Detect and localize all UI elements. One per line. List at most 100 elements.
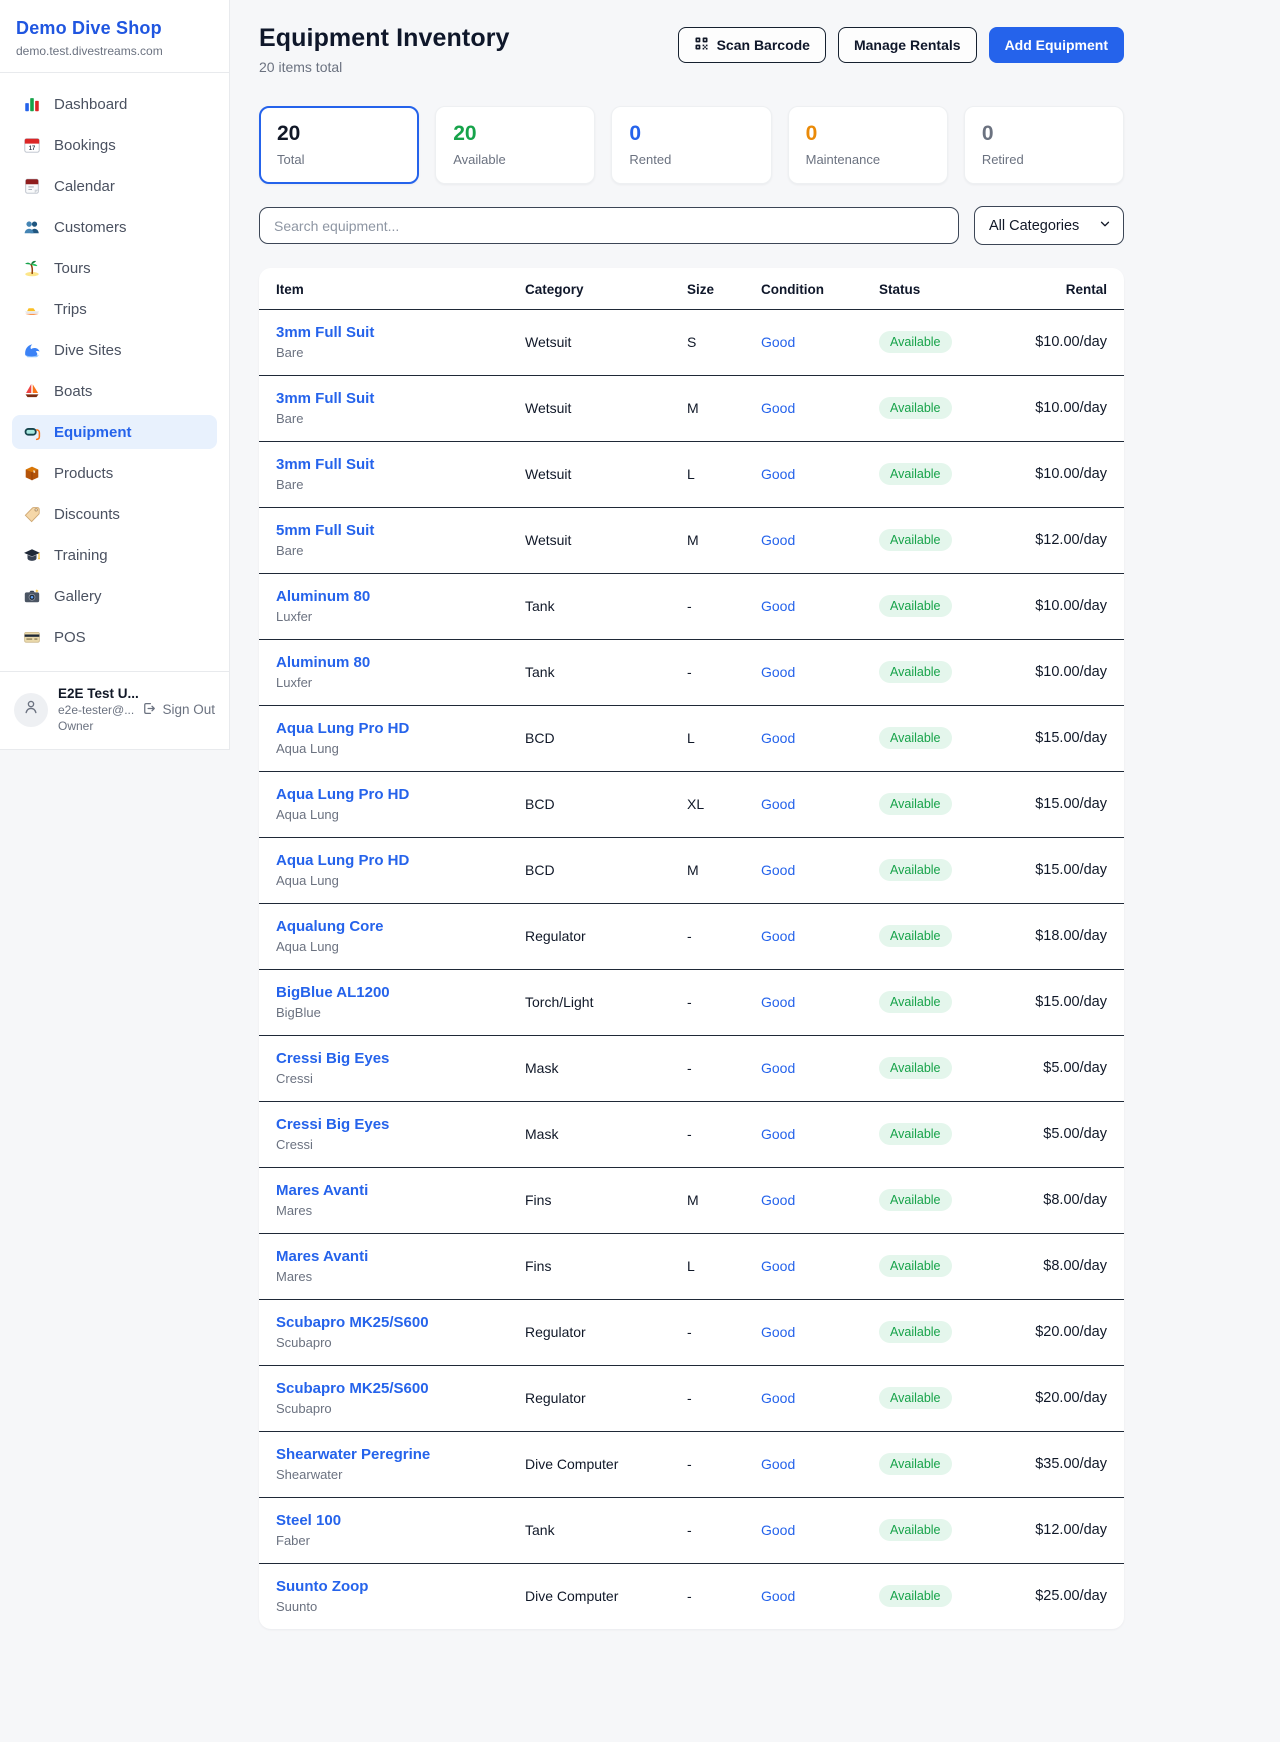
rental-cell: $35.00/day [1024, 1432, 1124, 1498]
status-badge: Available [879, 1255, 952, 1277]
camera-icon [22, 587, 42, 605]
condition-link[interactable]: Good [761, 1258, 795, 1274]
item-name-link[interactable]: Aqualung Core [276, 918, 384, 935]
condition-link[interactable]: Good [761, 1456, 795, 1472]
status-badge: Available [879, 727, 952, 749]
condition-link[interactable]: Good [761, 1192, 795, 1208]
sidebar-item-label: Training [54, 547, 108, 564]
table-row: 3mm Full Suit Bare Wetsuit M Good Availa… [259, 376, 1124, 442]
stat-label: Retired [982, 152, 1106, 167]
condition-link[interactable]: Good [761, 1522, 795, 1538]
condition-link[interactable]: Good [761, 466, 795, 482]
rental-cell: $8.00/day [1024, 1168, 1124, 1234]
condition-link[interactable]: Good [761, 532, 795, 548]
item-name-link[interactable]: BigBlue AL1200 [276, 984, 390, 1001]
stat-card-retired[interactable]: 0 Retired [964, 106, 1124, 184]
status-badge: Available [879, 859, 952, 881]
condition-link[interactable]: Good [761, 1390, 795, 1406]
item-name-link[interactable]: 3mm Full Suit [276, 456, 374, 473]
rental-cell: $12.00/day [1024, 508, 1124, 574]
scan-barcode-button[interactable]: Scan Barcode [678, 27, 826, 63]
sidebar-item-trips[interactable]: Trips [12, 292, 217, 326]
item-name-link[interactable]: 5mm Full Suit [276, 522, 374, 539]
condition-link[interactable]: Good [761, 1588, 795, 1604]
item-name-link[interactable]: Steel 100 [276, 1512, 341, 1529]
size-cell: M [687, 376, 761, 442]
condition-link[interactable]: Good [761, 796, 795, 812]
sidebar-item-customers[interactable]: Customers [12, 210, 217, 244]
category-select[interactable]: All Categories [974, 206, 1124, 245]
condition-link[interactable]: Good [761, 1060, 795, 1076]
stat-card-maintenance[interactable]: 0 Maintenance [788, 106, 948, 184]
item-name-link[interactable]: Scubapro MK25/S600 [276, 1380, 429, 1397]
sidebar-item-dashboard[interactable]: Dashboard [12, 87, 217, 121]
equipment-table-card: Item Category Size Condition Status Rent… [259, 268, 1124, 1629]
user-email: e2e-tester@... [58, 703, 131, 717]
condition-link[interactable]: Good [761, 598, 795, 614]
condition-link[interactable]: Good [761, 994, 795, 1010]
item-name-link[interactable]: Shearwater Peregrine [276, 1446, 430, 1463]
item-name-link[interactable]: 3mm Full Suit [276, 390, 374, 407]
sign-out-icon [141, 701, 156, 719]
sidebar-item-gallery[interactable]: Gallery [12, 579, 217, 613]
status-badge: Available [879, 1387, 952, 1409]
rental-cell: $20.00/day [1024, 1300, 1124, 1366]
rental-cell: $25.00/day [1024, 1564, 1124, 1630]
column-header-status: Status [879, 268, 1024, 310]
search-input[interactable] [259, 207, 959, 244]
status-badge: Available [879, 1321, 952, 1343]
condition-link[interactable]: Good [761, 1126, 795, 1142]
size-cell: - [687, 1300, 761, 1366]
stat-card-available[interactable]: 20 Available [435, 106, 595, 184]
sidebar-item-bookings[interactable]: 17 Bookings [12, 128, 217, 162]
item-name-link[interactable]: Mares Avanti [276, 1248, 368, 1265]
item-brand: Cressi [276, 1071, 525, 1086]
credit-card-icon [22, 628, 42, 646]
calendar-icon: 17 [22, 136, 42, 154]
sidebar-item-dive-sites[interactable]: Dive Sites [12, 333, 217, 367]
condition-link[interactable]: Good [761, 334, 795, 350]
item-name-link[interactable]: Cressi Big Eyes [276, 1050, 389, 1067]
item-name-link[interactable]: Scubapro MK25/S600 [276, 1314, 429, 1331]
sidebar-item-equipment[interactable]: Equipment [12, 415, 217, 449]
status-badge: Available [879, 1189, 952, 1211]
item-name-link[interactable]: 3mm Full Suit [276, 324, 374, 341]
person-icon [22, 698, 40, 721]
sidebar-item-tours[interactable]: Tours [12, 251, 217, 285]
item-name-link[interactable]: Aqua Lung Pro HD [276, 852, 409, 869]
item-name-link[interactable]: Suunto Zoop [276, 1578, 368, 1595]
item-name-link[interactable]: Aluminum 80 [276, 588, 370, 605]
sidebar-item-calendar[interactable]: Calendar [12, 169, 217, 203]
condition-link[interactable]: Good [761, 400, 795, 416]
item-name-link[interactable]: Mares Avanti [276, 1182, 368, 1199]
stat-value: 0 [982, 122, 1106, 146]
category-cell: Wetsuit [525, 310, 687, 376]
item-name-link[interactable]: Aqua Lung Pro HD [276, 720, 409, 737]
sidebar-item-training[interactable]: Training [12, 538, 217, 572]
table-row: Aqua Lung Pro HD Aqua Lung BCD M Good Av… [259, 838, 1124, 904]
manage-rentals-button[interactable]: Manage Rentals [838, 27, 977, 63]
stat-label: Available [453, 152, 577, 167]
stat-card-rented[interactable]: 0 Rented [611, 106, 771, 184]
sign-out-button[interactable]: Sign Out [141, 701, 215, 719]
category-cell: Dive Computer [525, 1432, 687, 1498]
sidebar-item-boats[interactable]: Boats [12, 374, 217, 408]
size-cell: M [687, 508, 761, 574]
item-name-link[interactable]: Cressi Big Eyes [276, 1116, 389, 1133]
stat-value: 0 [806, 122, 930, 146]
stat-card-total[interactable]: 20 Total [259, 106, 419, 184]
condition-link[interactable]: Good [761, 730, 795, 746]
condition-link[interactable]: Good [761, 862, 795, 878]
brand-title[interactable]: Demo Dive Shop [16, 18, 213, 39]
add-equipment-button[interactable]: Add Equipment [989, 27, 1124, 63]
condition-link[interactable]: Good [761, 664, 795, 680]
sidebar-item-products[interactable]: Products [12, 456, 217, 490]
sidebar-item-label: POS [54, 629, 86, 646]
status-badge: Available [879, 1123, 952, 1145]
sidebar-item-pos[interactable]: POS [12, 620, 217, 654]
condition-link[interactable]: Good [761, 1324, 795, 1340]
sidebar-item-discounts[interactable]: Discounts [12, 497, 217, 531]
condition-link[interactable]: Good [761, 928, 795, 944]
item-name-link[interactable]: Aqua Lung Pro HD [276, 786, 409, 803]
item-name-link[interactable]: Aluminum 80 [276, 654, 370, 671]
